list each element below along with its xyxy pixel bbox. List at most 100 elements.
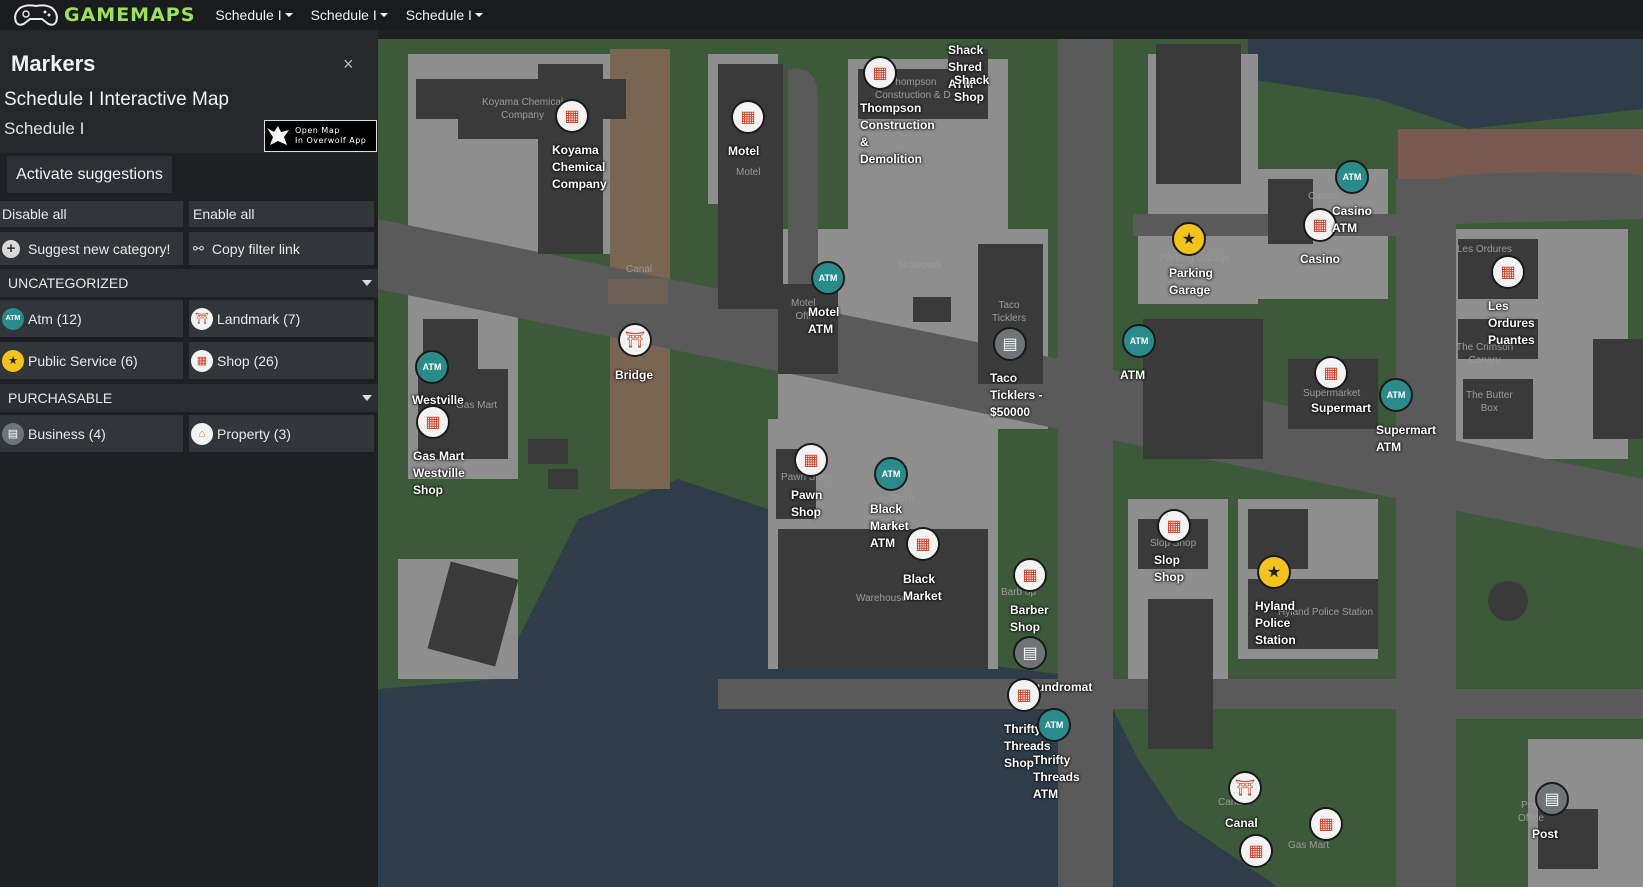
- gate-icon: ⛩: [1234, 780, 1256, 797]
- building-label: Warehouse: [856, 593, 907, 604]
- caret-down-icon: [379, 13, 388, 17]
- marker-label: Taco Ticklers - $50000: [990, 371, 1043, 419]
- chevron-down-icon: [362, 395, 372, 401]
- landmark-marker-canal[interactable]: ⛩: [1228, 771, 1262, 805]
- shop-marker-les-ordures[interactable]: ▦: [1491, 255, 1525, 289]
- overwolf-line2: In Overwolf App: [295, 136, 367, 145]
- marker-label: Hyland Police Station: [1255, 599, 1296, 647]
- atm-icon: ATM: [1044, 720, 1064, 730]
- suggest-category-button[interactable]: + Suggest new category!: [0, 232, 183, 265]
- section-title: UNCATEGORIZED: [8, 275, 129, 291]
- building-label: Taco Ticklers: [992, 300, 1027, 324]
- copy-filter-link-button[interactable]: ⚯ Copy filter link: [189, 232, 374, 265]
- nav-dropdown-2[interactable]: Schedule I: [311, 7, 388, 23]
- shop-icon: ▦: [564, 108, 580, 125]
- marker-label: Slop Shop: [1154, 553, 1184, 584]
- nav-dropdown-3[interactable]: Schedule I: [406, 7, 483, 23]
- shop-icon: ▦: [1500, 264, 1516, 281]
- marker-label: Parking Garage: [1169, 266, 1214, 297]
- category-business[interactable]: ▤ Business (4): [0, 415, 183, 452]
- public-service-marker-police[interactable]: ★: [1257, 555, 1291, 589]
- marker-label: Post: [1532, 827, 1559, 841]
- police-badge-icon: ★: [2, 349, 24, 372]
- shop-icon: ▦: [1016, 687, 1032, 704]
- building-label: Koyama Chemical Company: [482, 97, 564, 121]
- shop-marker-motel[interactable]: ▦: [731, 100, 765, 134]
- landmark-icon: ⛩: [191, 307, 213, 330]
- section-title: PURCHASABLE: [8, 390, 113, 406]
- gamepad-icon: [14, 4, 58, 26]
- shop-marker-pawn[interactable]: ▦: [794, 443, 828, 477]
- building-label: Skatepark: [897, 260, 943, 271]
- category-label: Property (3): [217, 425, 291, 442]
- building-label: Motel: [736, 167, 761, 178]
- plus-circle-icon: +: [2, 239, 20, 258]
- atm-marker-street[interactable]: ATM: [1122, 324, 1156, 358]
- atm-marker-black-market[interactable]: ATM: [874, 457, 908, 491]
- shop-marker-south[interactable]: ▦: [1239, 834, 1273, 868]
- open-in-overwolf-button[interactable]: Open Map In Overwolf App: [264, 120, 377, 152]
- disable-all-button[interactable]: Disable all: [0, 201, 183, 227]
- shop-marker-barber[interactable]: ▦: [1013, 558, 1047, 592]
- marker-label: ATM: [1120, 368, 1146, 382]
- building-label: The Butter Box: [1466, 390, 1513, 414]
- category-landmark[interactable]: ⛩ Landmark (7): [189, 300, 374, 337]
- atm-marker-thrifty[interactable]: ATM: [1037, 708, 1071, 742]
- business-marker-thompson[interactable]: ▦: [863, 56, 897, 90]
- atm-marker-motel[interactable]: ATM: [811, 261, 845, 295]
- logo-text: GAMEMAPS: [64, 4, 196, 26]
- business-marker-taco[interactable]: ▤: [993, 327, 1027, 361]
- shop-marker-supermart[interactable]: ▦: [1314, 356, 1348, 390]
- business-marker-post[interactable]: ▤: [1535, 782, 1569, 816]
- marker-label: Supermart ATM: [1376, 423, 1437, 454]
- shop-marker-koyama[interactable]: ▦: [555, 99, 589, 133]
- shop-marker-gas-mart[interactable]: ▦: [416, 405, 450, 439]
- landmark-marker-bridge[interactable]: ⛩: [618, 323, 652, 357]
- interactive-map[interactable]: Koyama Chemical Company Motel Thompson Con…: [378, 39, 1643, 887]
- shop-icon: ▦: [1248, 843, 1264, 860]
- shop-marker-slop[interactable]: ▦: [1157, 509, 1191, 543]
- marker-label: Pawn Shop: [791, 488, 823, 519]
- atm-marker-westville[interactable]: ATM: [415, 350, 449, 384]
- overwolf-wolf-icon: [267, 126, 289, 145]
- shop-marker-gas-mart-south[interactable]: ▦: [1309, 807, 1343, 841]
- activate-suggestions-button[interactable]: Activate suggestions: [7, 156, 172, 193]
- map-subtitle: Schedule I: [4, 119, 85, 138]
- atm-marker-casino[interactable]: ATM: [1335, 160, 1369, 194]
- sidebar-title: Markers: [11, 51, 96, 76]
- suggest-category-label: Suggest new category!: [28, 240, 171, 257]
- link-icon: ⚯: [193, 240, 204, 256]
- shop-marker-black-market[interactable]: ▦: [906, 527, 940, 561]
- marker-label: Les Ordures Puantes: [1488, 299, 1535, 347]
- public-service-marker-parking[interactable]: ★: [1172, 222, 1206, 256]
- shop-icon: ▦: [1323, 365, 1339, 382]
- shop-marker-thrifty[interactable]: ▦: [1007, 678, 1041, 712]
- category-label: Shop (26): [217, 352, 279, 369]
- category-label: Business (4): [28, 425, 106, 442]
- police-badge-icon: ★: [1266, 564, 1282, 581]
- map-title: Schedule I Interactive Map: [4, 89, 229, 110]
- gate-icon: ⛩: [624, 332, 646, 349]
- section-purchasable[interactable]: PURCHASABLE: [0, 384, 378, 412]
- building-label: Gas Mart: [1288, 840, 1330, 851]
- category-atm[interactable]: ATM Atm (12): [0, 300, 183, 337]
- business-marker-laundromat[interactable]: ▤: [1013, 636, 1047, 670]
- marker-label: Bridge: [615, 368, 654, 382]
- atm-icon: ATM: [1386, 390, 1406, 400]
- category-property[interactable]: ⌂ Property (3): [189, 415, 374, 452]
- section-uncategorized[interactable]: UNCATEGORIZED: [0, 269, 378, 297]
- close-sidebar-icon[interactable]: ×: [343, 54, 354, 75]
- atm-icon: ATM: [1129, 336, 1149, 346]
- category-shop[interactable]: ▦ Shop (26): [189, 342, 374, 379]
- atm-marker-supermart[interactable]: ATM: [1379, 378, 1413, 412]
- markers-sidebar: Markers × Schedule I Interactive Map Sch…: [0, 30, 378, 887]
- category-public-service[interactable]: ★ Public Service (6): [0, 342, 183, 379]
- gamemaps-logo[interactable]: GAMEMAPS: [12, 2, 195, 28]
- nav-dropdown-1[interactable]: Schedule I: [215, 7, 293, 23]
- marker-label: Shack Shop: [954, 73, 990, 104]
- business-icon: ▤: [1544, 791, 1560, 808]
- category-label: Public Service (6): [28, 352, 138, 369]
- enable-all-button[interactable]: Enable all: [189, 201, 374, 227]
- building-label: Les Ordures: [1457, 244, 1513, 255]
- shop-icon: ▦: [191, 349, 213, 372]
